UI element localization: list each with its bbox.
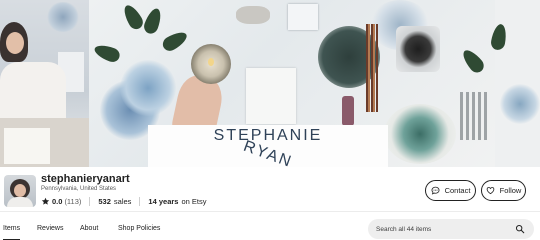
tab-about[interactable]: About (80, 220, 98, 238)
years-suffix: on Etsy (181, 196, 207, 206)
contact-label: Contact (444, 186, 471, 195)
shop-banner: STEPHANIE RYAN (0, 0, 540, 167)
shop-location: Pennsylvania, United States (41, 186, 117, 192)
tab-shop-policies[interactable]: Shop Policies (118, 220, 160, 238)
contact-button[interactable]: Contact (425, 180, 476, 201)
stats-divider (89, 196, 91, 206)
tab-reviews[interactable]: Reviews (37, 220, 63, 238)
search-icon[interactable] (515, 224, 525, 234)
sales-label: sales (113, 196, 132, 206)
tab-items[interactable]: Items (3, 220, 21, 240)
section-divider (0, 211, 540, 212)
sales-count: 532 (98, 196, 111, 206)
star-icon (41, 197, 50, 205)
follow-button[interactable]: Follow (481, 180, 526, 201)
chat-icon (431, 186, 440, 195)
banner-artist-photo (0, 0, 89, 167)
shop-name: stephanieryanart (41, 173, 130, 185)
review-count[interactable]: (113) (64, 197, 81, 206)
shop-avatar[interactable] (4, 175, 36, 207)
stats-divider (139, 196, 141, 206)
search-placeholder: Search all 44 items (376, 225, 432, 233)
follow-label: Follow (499, 186, 522, 195)
heart-icon (486, 187, 494, 195)
shop-search-input[interactable]: Search all 44 items (368, 219, 534, 239)
shop-stats: 0.0 (113) 532 sales 14 years on Etsy (41, 195, 206, 207)
rating-value: 0.0 (52, 196, 63, 206)
years-on-etsy: 14 years (148, 196, 179, 206)
